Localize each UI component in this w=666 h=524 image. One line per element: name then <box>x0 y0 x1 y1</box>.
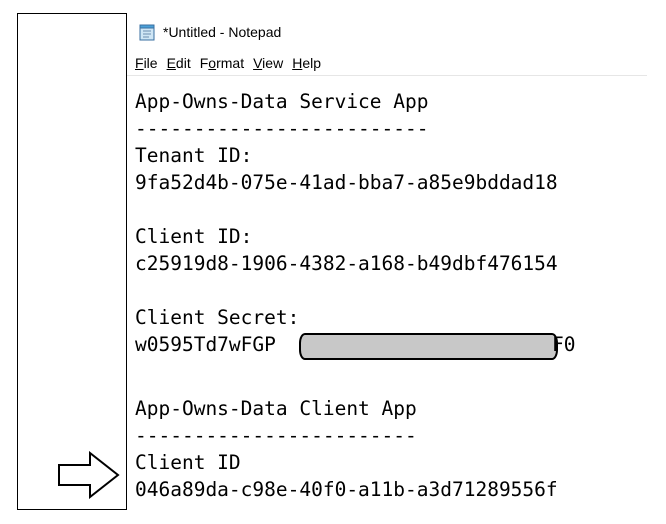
title-bar[interactable]: *Untitled - Notepad <box>127 13 647 53</box>
menu-bar: File Edit Format View Help <box>135 55 330 75</box>
service-rule: ------------------------- <box>135 117 429 140</box>
menu-file[interactable]: File <box>135 55 158 75</box>
redaction-box <box>299 333 558 360</box>
menu-help-mnemonic: H <box>292 55 303 71</box>
menu-format-label: rmat <box>216 55 245 71</box>
right-arrow-icon <box>58 451 120 499</box>
menu-view-label: iew <box>262 55 284 71</box>
client-app-id-value: 046a89da-c98e-40f0-a11b-a3d71289556f <box>135 478 558 501</box>
notepad-window[interactable]: *Untitled - Notepad File Edit Format Vie… <box>126 13 647 510</box>
menu-format-prefix: F <box>199 55 209 71</box>
tenant-label: Tenant ID: <box>135 144 253 167</box>
notepad-icon <box>139 24 155 41</box>
menu-edit-mnemonic: E <box>166 55 176 71</box>
text-editor[interactable]: App-Owns-Data Service App --------------… <box>135 76 640 501</box>
secret-suffix: F0 <box>552 333 576 356</box>
client-value: c25919d8-1906-4382-a168-b49dbf476154 <box>135 252 558 275</box>
secret-prefix: w0595Td7wFGP <box>135 333 276 356</box>
client-app-heading: App-Owns-Data Client App <box>135 397 417 420</box>
window-title: *Untitled - Notepad <box>163 24 282 40</box>
menu-format[interactable]: Format <box>200 55 244 75</box>
service-heading: App-Owns-Data Service App <box>135 90 429 113</box>
menu-view-mnemonic: V <box>253 55 263 71</box>
client-app-id-label: Client ID <box>135 451 241 474</box>
client-app-rule: ------------------------ <box>135 424 417 447</box>
menu-file-mnemonic: F <box>135 55 144 71</box>
menu-edit[interactable]: Edit <box>167 55 191 75</box>
menu-format-mnemonic: o <box>208 55 217 71</box>
menu-file-label: ile <box>143 55 158 71</box>
menu-help-label: elp <box>302 55 321 71</box>
tenant-value: 9fa52d4b-075e-41ad-bba7-a85e9bddad18 <box>135 171 558 194</box>
secret-label: Client Secret: <box>135 306 300 329</box>
menu-edit-label: dit <box>175 55 191 71</box>
client-label: Client ID: <box>135 225 253 248</box>
menu-help[interactable]: Help <box>292 55 321 75</box>
menu-view[interactable]: View <box>253 55 283 75</box>
